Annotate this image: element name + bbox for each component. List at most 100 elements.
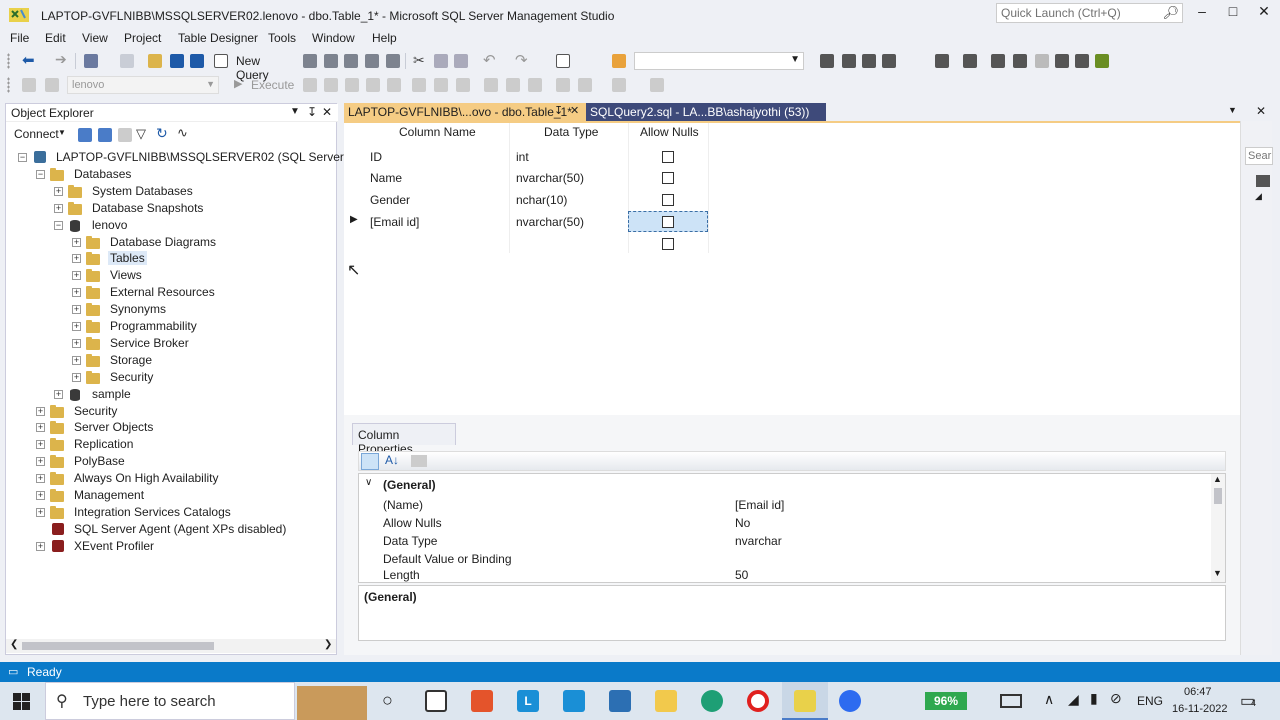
tab-sql-query[interactable]: SQLQuery2.sql - LA...BB\ashajyothi (53)) <box>586 103 826 121</box>
results-to-grid-icon[interactable] <box>506 78 520 92</box>
table-row[interactable]: ID int <box>344 146 708 167</box>
menu-view[interactable]: View <box>82 31 108 45</box>
allow-nulls-checkbox[interactable] <box>662 172 674 184</box>
find-icon[interactable] <box>612 54 626 68</box>
side-search-input[interactable]: Sear <box>1245 147 1273 165</box>
menu-window[interactable]: Window <box>312 31 355 45</box>
stop-icon[interactable] <box>303 78 317 92</box>
taskbar-ssms-active[interactable] <box>782 682 828 720</box>
results-grid-icon[interactable] <box>387 78 401 92</box>
refresh-icon[interactable]: ↻ <box>156 125 168 142</box>
battery-meter[interactable]: 96% <box>925 692 967 710</box>
cell-column-name[interactable]: Gender <box>370 193 410 207</box>
connect-button[interactable]: Connect ▼ <box>14 127 70 143</box>
property-row[interactable]: Data Type nvarchar <box>381 532 1209 550</box>
keyboard-icon[interactable] <box>1000 694 1022 708</box>
tree-node[interactable]: + Views <box>6 267 336 284</box>
property-value[interactable]: 50 <box>735 568 748 582</box>
pin-icon[interactable]: ↧ <box>307 105 317 119</box>
toolbar-grip[interactable] <box>7 77 10 93</box>
connect-icon[interactable] <box>22 78 36 92</box>
mdx-query-icon[interactable] <box>324 54 338 68</box>
vertical-scrollbar[interactable]: ▲ ▼ <box>1211 474 1225 582</box>
scrollbar-thumb[interactable] <box>1214 488 1222 504</box>
activity-monitor-icon[interactable] <box>556 54 570 68</box>
object-explorer-icon[interactable] <box>935 54 949 68</box>
new-query-button[interactable]: New Query <box>214 52 294 82</box>
stop-icon[interactable] <box>118 128 132 142</box>
cell-column-name[interactable]: [Email id] <box>370 215 419 229</box>
tab-overflow-icon[interactable]: ▼ <box>1228 105 1237 115</box>
database-selector[interactable]: lenovo ▼ <box>67 76 219 94</box>
menu-edit[interactable]: Edit <box>45 31 66 45</box>
collapse-icon[interactable]: − <box>18 153 27 162</box>
property-pages-icon[interactable] <box>411 455 427 467</box>
xmla-query-icon[interactable] <box>365 54 379 68</box>
wifi-icon[interactable]: ◢ <box>1068 691 1079 708</box>
property-value[interactable]: [Email id] <box>735 498 784 512</box>
expand-icon[interactable]: + <box>54 389 63 399</box>
expand-icon[interactable]: + <box>72 305 81 315</box>
toolbar-grip[interactable] <box>7 53 10 69</box>
office-icon[interactable] <box>471 690 493 712</box>
property-row[interactable]: Default Value or Binding <box>381 550 1209 568</box>
microphone-icon[interactable]: ▮ <box>1090 690 1098 707</box>
specify-values-icon[interactable] <box>650 78 664 92</box>
cell-data-type[interactable]: nvarchar(50) <box>516 215 584 229</box>
allow-nulls-checkbox[interactable] <box>662 238 674 250</box>
forward-arrow-icon[interactable]: ➔ <box>55 51 67 68</box>
windows-start-icon[interactable] <box>13 693 30 710</box>
linkedin-learning-icon[interactable]: L <box>517 690 539 712</box>
store-icon[interactable] <box>609 690 631 712</box>
tree-node[interactable]: + Replication <box>6 436 336 453</box>
tree-node[interactable]: + Security <box>6 403 336 420</box>
tree-node[interactable]: + Always On High Availability <box>6 470 336 487</box>
expand-icon[interactable]: + <box>72 237 81 247</box>
results-to-text-icon[interactable] <box>484 78 498 92</box>
db-query-icon[interactable] <box>303 54 317 68</box>
clock-time[interactable]: 06:47 <box>1184 686 1212 698</box>
expand-icon[interactable]: + <box>36 423 45 433</box>
minimize-button[interactable]: – <box>1186 3 1218 23</box>
cell-data-type[interactable]: nchar(10) <box>516 193 567 207</box>
tree-node[interactable]: + sample <box>6 386 336 403</box>
client-stats-icon[interactable] <box>456 78 470 92</box>
expand-icon[interactable]: + <box>54 186 63 196</box>
tab-table-designer[interactable]: LAPTOP-GVFLNIBB\...ovo - dbo.Table_1* ↧ … <box>344 103 586 121</box>
expand-icon[interactable]: + <box>72 355 81 365</box>
results-icon[interactable] <box>366 78 380 92</box>
expand-icon[interactable]: + <box>54 203 63 213</box>
close-panel-icon[interactable]: ✕ <box>322 105 332 119</box>
expand-icon[interactable]: + <box>72 338 81 348</box>
redo-icon[interactable]: ↷ <box>515 51 528 69</box>
change-connection-icon[interactable] <box>45 78 59 92</box>
expand-icon[interactable]: + <box>36 406 45 416</box>
horizontal-scrollbar[interactable]: ❮ ❯ <box>6 639 336 653</box>
tree-node[interactable]: + Database Snapshots <box>6 200 336 217</box>
side-panel-icon[interactable] <box>1256 175 1270 187</box>
opera-icon[interactable] <box>747 690 769 712</box>
tree-node[interactable]: + Server Objects <box>6 419 336 436</box>
tab-column-properties[interactable]: Column Properties <box>352 423 456 456</box>
add-item-icon[interactable] <box>120 54 134 68</box>
tree-node[interactable]: + Management <box>6 487 336 504</box>
close-window-button[interactable]: ✕ <box>1248 3 1280 23</box>
menu-project[interactable]: Project <box>124 31 161 45</box>
actual-plan-icon[interactable] <box>434 78 448 92</box>
maximize-button[interactable]: □ <box>1217 3 1249 23</box>
tree-node[interactable]: + Synonyms <box>6 301 336 318</box>
tree-node[interactable]: + Database Diagrams <box>6 234 336 251</box>
execute-button[interactable]: ▶ Execute <box>234 76 298 94</box>
cell-column-name[interactable]: ID <box>370 150 382 164</box>
tree-node[interactable]: + Storage <box>6 352 336 369</box>
categorized-icon[interactable] <box>361 453 379 470</box>
estimated-plan-icon[interactable] <box>412 78 426 92</box>
alphabetical-icon[interactable]: A↓ <box>385 453 399 467</box>
uncomment-icon[interactable] <box>578 78 592 92</box>
menu-table-designer[interactable]: Table Designer <box>178 31 258 45</box>
property-value[interactable]: No <box>735 516 750 530</box>
expand-icon[interactable]: + <box>36 507 45 517</box>
tree-node[interactable]: + Programmability <box>6 318 336 335</box>
results-to-file-icon[interactable] <box>528 78 542 92</box>
expand-icon[interactable]: + <box>72 254 81 264</box>
